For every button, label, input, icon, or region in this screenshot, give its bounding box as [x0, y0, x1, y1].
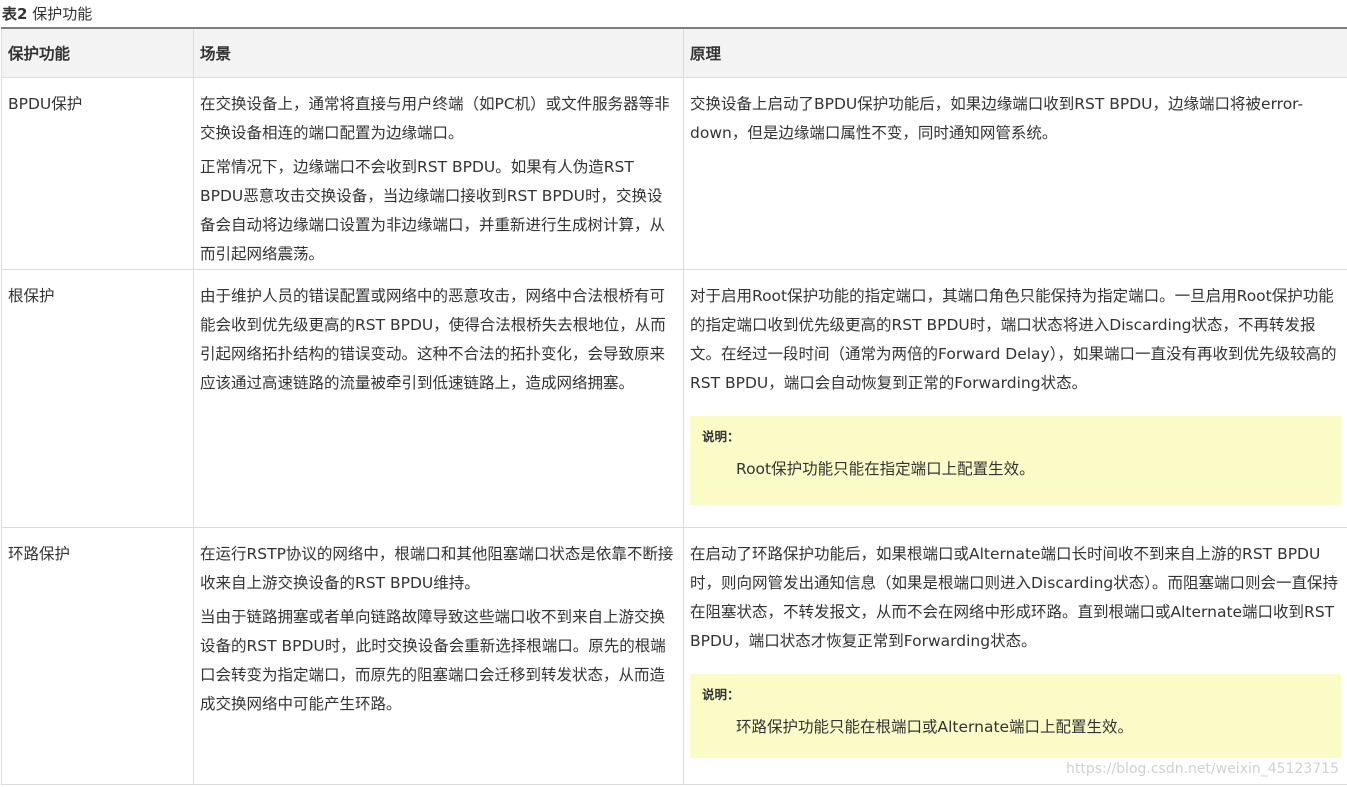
scenario-cell: 在交换设备上，通常将直接与用户终端（如PC机）或文件服务器等非交换设备相连的端口…: [193, 77, 684, 270]
principle-cell: 在启动了环路保护功能后，如果根端口或Alternate端口长时间收不到来自上游的…: [683, 527, 1347, 785]
table-row: BPDU保护 在交换设备上，通常将直接与用户终端（如PC机）或文件服务器等非交换…: [1, 77, 1347, 270]
note-box: 说明： Root保护功能只能在指定端口上配置生效。: [690, 416, 1341, 505]
header-feature: 保护功能: [1, 27, 194, 78]
principle-paragraph: 交换设备上启动了BPDU保护功能后，如果边缘端口收到RST BPDU，边缘端口将…: [690, 95, 1304, 142]
table-row: 根保护 由于维护人员的错误配置或网络中的恶意攻击，网络中合法根桥有可能会收到优先…: [1, 269, 1347, 528]
principle-paragraph: 对于启用Root保护功能的指定端口，其端口角色只能保持为指定端口。一旦启用Roo…: [690, 287, 1337, 392]
feature-cell: 根保护: [1, 269, 194, 528]
header-principle: 原理: [683, 27, 1347, 78]
table-number: 表2: [2, 5, 28, 23]
principle-cell: 交换设备上启动了BPDU保护功能后，如果边缘端口收到RST BPDU，边缘端口将…: [683, 77, 1347, 270]
watermark: https://blog.csdn.net/weixin_45123715: [1065, 761, 1339, 777]
table-row: 环路保护 在运行RSTP协议的网络中，根端口和其他阻塞端口状态是依靠不断接收来自…: [1, 527, 1347, 785]
note-title: 说明：: [702, 687, 740, 702]
feature-cell: 环路保护: [1, 527, 194, 785]
scenario-paragraph: 在交换设备上，通常将直接与用户终端（如PC机）或文件服务器等非交换设备相连的端口…: [200, 95, 670, 142]
protection-features-table: 保护功能 场景 原理 BPDU保护 在交换设备上，通常将直接与用户终端（如PC机…: [1, 27, 1347, 785]
note-box: 说明： 环路保护功能只能在根端口或Alternate端口上配置生效。: [690, 674, 1341, 758]
scenario-paragraph: 当由于链路拥塞或者单向链路故障导致这些端口收不到来自上游交换设备的RST BPD…: [200, 608, 666, 713]
note-body: 环路保护功能只能在根端口或Alternate端口上配置生效。: [736, 718, 1134, 736]
principle-paragraph: 在启动了环路保护功能后，如果根端口或Alternate端口长时间收不到来自上游的…: [690, 545, 1338, 650]
feature-name: 环路保护: [8, 545, 71, 563]
scenario-paragraph: 正常情况下，边缘端口不会收到RST BPDU。如果有人伪造RST BPDU恶意攻…: [200, 158, 666, 263]
feature-cell: BPDU保护: [1, 77, 194, 270]
scenario-paragraph: 由于维护人员的错误配置或网络中的恶意攻击，网络中合法根桥有可能会收到优先级更高的…: [200, 287, 666, 392]
feature-name: 根保护: [8, 287, 55, 305]
note-title: 说明：: [702, 429, 740, 444]
scenario-cell: 由于维护人员的错误配置或网络中的恶意攻击，网络中合法根桥有可能会收到优先级更高的…: [193, 269, 684, 528]
feature-name: BPDU保护: [8, 95, 83, 113]
scenario-paragraph: 在运行RSTP协议的网络中，根端口和其他阻塞端口状态是依靠不断接收来自上游交换设…: [200, 545, 674, 592]
table-caption: 表2 保护功能: [2, 3, 92, 25]
table-title: 保护功能: [32, 5, 93, 23]
table-header-row: 保护功能 场景 原理: [1, 27, 1347, 78]
scenario-cell: 在运行RSTP协议的网络中，根端口和其他阻塞端口状态是依靠不断接收来自上游交换设…: [193, 527, 684, 785]
principle-cell: 对于启用Root保护功能的指定端口，其端口角色只能保持为指定端口。一旦启用Roo…: [683, 269, 1347, 528]
header-scenario: 场景: [193, 27, 684, 78]
note-body: Root保护功能只能在指定端口上配置生效。: [736, 460, 1035, 478]
